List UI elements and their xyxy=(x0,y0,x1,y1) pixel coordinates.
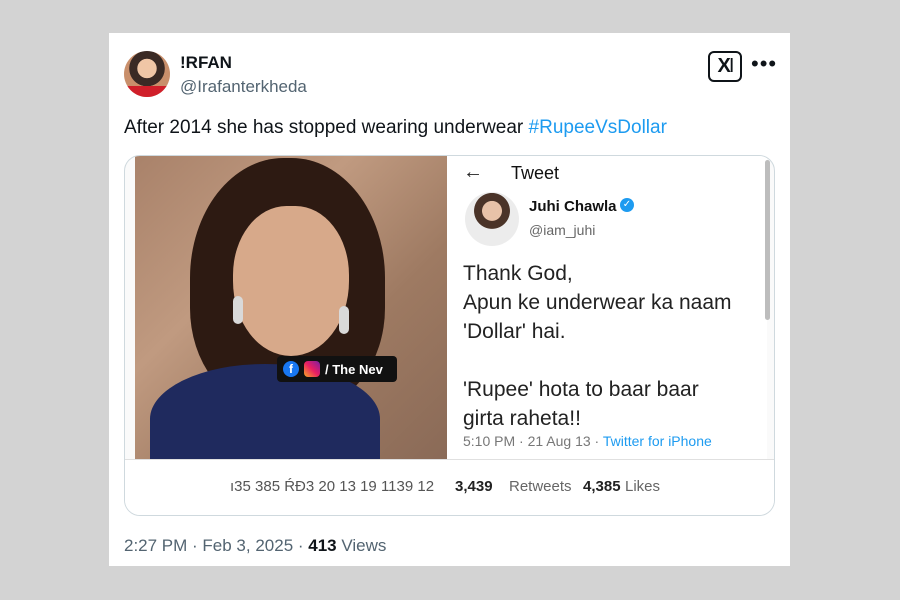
embed-line: 'Dollar' hai. xyxy=(463,320,566,343)
tweet-timestamp[interactable]: 2:27 PM · Feb 3, 2025 · xyxy=(124,536,308,555)
overlay-text: / The Nev xyxy=(325,361,383,377)
tweet-text: After 2014 she has stopped wearing under… xyxy=(124,117,667,139)
views-label: Views xyxy=(341,536,387,555)
social-overlay: f / The Nev xyxy=(277,356,397,382)
embed-header-title: Tweet xyxy=(511,163,560,183)
tweet-text-body: After 2014 she has stopped wearing under… xyxy=(124,117,529,138)
embed-handle: @iam_juhi xyxy=(529,222,596,238)
media-image[interactable]: f / The Nev ← Tweet Juhi Chawla ✓ @iam_j… xyxy=(124,155,775,516)
earring-right xyxy=(339,306,349,334)
author-display-name[interactable]: !RFAN xyxy=(180,53,232,73)
photo-face xyxy=(233,206,349,356)
likes-label: Likes xyxy=(625,478,661,495)
retweets-count: 3,439 xyxy=(455,478,493,495)
likes-count: 4,385 xyxy=(583,478,621,495)
embed-line: Apun ke underwear ka naam xyxy=(463,291,732,314)
embed-meta-time: 5:10 PM · 21 Aug 13 · xyxy=(463,433,603,449)
earring-left xyxy=(233,296,243,324)
embed-line: Thank God, xyxy=(463,262,573,285)
embed-body: Thank God, Apun ke underwear ka naam 'Do… xyxy=(463,259,732,433)
avatar-stripe xyxy=(124,86,170,97)
embed-line: 'Rupee' hota to baar baar xyxy=(463,378,699,401)
back-arrow-icon: ← xyxy=(463,161,483,183)
facebook-icon: f xyxy=(283,361,299,377)
author-avatar[interactable] xyxy=(124,51,170,97)
author-handle[interactable]: @Irafanterkheda xyxy=(180,77,307,97)
embed-stats-row: ı35 385 ŔĐ3 20 13 19 1139 12 3,439 Retwe… xyxy=(125,459,774,515)
embedded-tweet: ← Tweet Juhi Chawla ✓ @iam_juhi Thank Go… xyxy=(447,156,767,459)
embed-line: girta raheta!! xyxy=(463,407,581,430)
embed-scrollbar xyxy=(765,160,770,320)
embed-name: Juhi Chawla xyxy=(529,198,617,215)
retweets-label: Retweets xyxy=(509,478,572,495)
embed-meta-source: Twitter for iPhone xyxy=(602,433,712,449)
instagram-icon xyxy=(304,361,320,377)
x-logo-icon[interactable]: XI xyxy=(708,51,742,82)
stats-garbled-prefix: ı35 385 ŔĐ3 20 13 19 1139 12 xyxy=(230,478,435,495)
photo-panel: f / The Nev xyxy=(135,156,448,459)
views-count: 413 xyxy=(308,536,337,555)
embed-meta: 5:10 PM · 21 Aug 13 · Twitter for iPhone xyxy=(463,433,712,449)
hashtag-link[interactable]: #RupeeVsDollar xyxy=(529,117,667,138)
more-options-icon[interactable]: ••• xyxy=(751,51,777,77)
tweet-card: !RFAN @Irafanterkheda XI ••• After 2014 … xyxy=(109,33,790,566)
embed-line xyxy=(463,346,732,375)
embed-avatar xyxy=(465,192,519,246)
tweet-footer-meta: 2:27 PM · Feb 3, 2025 · 413 Views xyxy=(124,536,386,556)
verified-badge-icon: ✓ xyxy=(620,198,634,212)
